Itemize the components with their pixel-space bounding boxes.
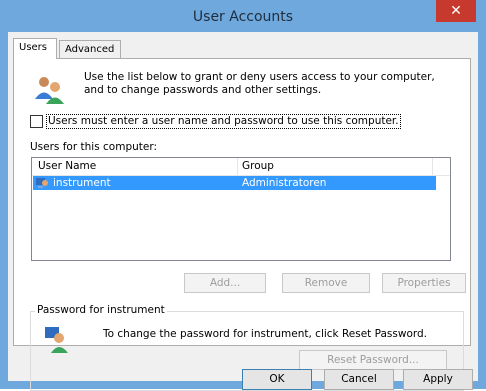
column-divider[interactable] [432,158,433,175]
password-group-title: Password for instrument [35,304,167,316]
must-enter-password-row[interactable]: Users must enter a user name and passwor… [30,114,470,129]
intro-line-2: and to change passwords and other settin… [84,84,322,96]
must-enter-password-checkbox[interactable] [30,115,43,128]
users-list[interactable]: User Name Group instrument Administrator… [31,157,451,261]
reset-password-button[interactable]: Reset Password... [299,350,447,370]
user-icon [36,178,48,188]
close-button[interactable]: ✕ [436,0,476,22]
intro-text: Use the list below to grant or deny user… [84,71,454,97]
list-header: User Name Group [32,158,450,176]
users-list-label: Users for this computer: [30,141,158,153]
apply-button[interactable]: Apply [403,369,473,390]
ok-button[interactable]: OK [242,369,312,390]
row-group: Administratoren [242,177,327,189]
row-user-name: instrument [53,177,111,189]
properties-button[interactable]: Properties [382,273,466,293]
title-bar[interactable]: User Accounts ✕ [0,0,486,32]
dialog-client-area: Users Advanced Use the list below to gra… [8,32,478,391]
users-icon [35,77,64,104]
column-group[interactable]: Group [242,160,274,172]
tab-advanced[interactable]: Advanced [59,40,121,58]
add-button[interactable]: Add... [184,273,266,293]
user-accounts-window: User Accounts ✕ Users Advanced Use the l… [0,0,486,391]
window-title: User Accounts [192,9,294,25]
tab-users[interactable]: Users [13,38,57,59]
remove-button[interactable]: Remove [282,273,370,293]
cancel-button[interactable]: Cancel [324,369,394,390]
column-user-name[interactable]: User Name [38,160,96,172]
column-divider[interactable] [237,158,238,175]
table-row[interactable]: instrument Administratoren [33,176,436,190]
password-help-text: To change the password for instrument, c… [103,328,428,340]
intro-line-1: Use the list below to grant or deny user… [84,71,435,83]
must-enter-password-label[interactable]: Users must enter a user name and passwor… [46,114,401,129]
list-scroll-area [436,176,450,260]
password-key-icon [45,327,68,353]
users-tab-panel: Use the list below to grant or deny user… [13,58,471,391]
